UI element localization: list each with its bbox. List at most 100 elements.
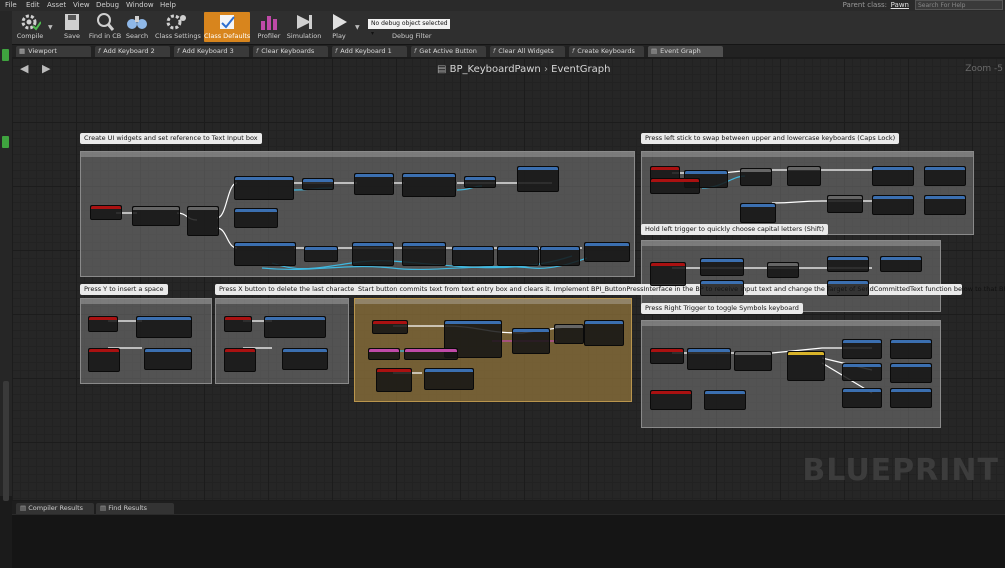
sequence-node-2[interactable] bbox=[787, 351, 825, 381]
menu-view[interactable]: View bbox=[73, 1, 90, 9]
class-settings-button[interactable]: Class Settings bbox=[155, 12, 201, 42]
play-dropdown[interactable]: ▼ bbox=[354, 12, 362, 42]
set-reference-node[interactable] bbox=[354, 173, 394, 195]
gamepad-x-event-node-2[interactable] bbox=[224, 348, 256, 372]
create-widget-node-3[interactable] bbox=[234, 242, 296, 266]
backspace-node[interactable] bbox=[282, 348, 328, 370]
add-keyboard-node-10[interactable] bbox=[842, 363, 882, 381]
gamepad-left-thumbstick-node[interactable] bbox=[650, 178, 700, 194]
gamepad-y-event-node-2[interactable] bbox=[88, 348, 120, 372]
get-variable-node[interactable] bbox=[404, 348, 458, 360]
get-keyboard-node-3[interactable] bbox=[687, 348, 731, 370]
menu-edit[interactable]: Edit bbox=[26, 1, 40, 9]
menu-file[interactable]: File bbox=[5, 1, 17, 9]
graph-wires bbox=[108, 169, 873, 394]
branch-node-5[interactable] bbox=[767, 262, 799, 278]
add-keyboard-node-13[interactable] bbox=[890, 388, 932, 408]
text-entry-variable-node[interactable] bbox=[368, 348, 400, 360]
gamepad-right-trigger-node[interactable] bbox=[650, 390, 692, 410]
does-implement-interface-node[interactable] bbox=[512, 328, 550, 354]
create-widget-node[interactable] bbox=[234, 176, 294, 200]
gamepad-x-event-node[interactable] bbox=[224, 316, 252, 332]
tab-event-graph[interactable]: ▤ Event Graph bbox=[648, 46, 723, 57]
scrollbar[interactable] bbox=[3, 381, 9, 501]
get-keyboard-node-4[interactable] bbox=[704, 390, 746, 410]
add-character-node[interactable] bbox=[136, 316, 192, 338]
gamepad-start-event-node[interactable] bbox=[372, 320, 408, 334]
tab-create-keyboards[interactable]: f Create Keyboards bbox=[569, 46, 644, 57]
menu-window[interactable]: Window bbox=[126, 1, 154, 9]
add-keyboard-node-3[interactable] bbox=[872, 195, 914, 215]
add-keyboard-node-11[interactable] bbox=[890, 363, 932, 383]
branch-node-2[interactable] bbox=[740, 168, 772, 186]
branch-node-6[interactable] bbox=[734, 351, 772, 371]
search-button[interactable]: Search bbox=[124, 12, 150, 42]
add-keyboard-node-5[interactable] bbox=[827, 256, 869, 272]
get-node-5[interactable] bbox=[740, 203, 776, 223]
simulation-button[interactable]: Simulation bbox=[286, 12, 322, 42]
tab-add-keyboard-2[interactable]: f Add Keyboard 2 bbox=[95, 46, 170, 57]
gamepad-y-event-node[interactable] bbox=[88, 316, 118, 332]
add-to-viewport-node[interactable] bbox=[302, 178, 334, 190]
get-keyboard-node-2[interactable] bbox=[700, 280, 744, 296]
branch-node-3[interactable] bbox=[787, 166, 821, 186]
clear-text-node[interactable] bbox=[424, 368, 474, 390]
tab-clear-all-widgets[interactable]: f Clear All Widgets bbox=[490, 46, 565, 57]
right-trigger-event-node[interactable] bbox=[650, 348, 684, 364]
add-keyboard-node-6[interactable] bbox=[880, 256, 922, 272]
add-keyboard-node-7[interactable] bbox=[827, 280, 869, 296]
menu-debug[interactable]: Debug bbox=[96, 1, 119, 9]
add-space-node[interactable] bbox=[144, 348, 192, 370]
set-variable-node[interactable] bbox=[234, 208, 278, 228]
menu-asset[interactable]: Asset bbox=[47, 1, 66, 9]
set-text-node[interactable] bbox=[517, 166, 559, 192]
set-node-2[interactable] bbox=[452, 246, 494, 266]
debug-object-select[interactable]: No debug object selected ▾ bbox=[368, 19, 450, 37]
branch-node-4[interactable] bbox=[827, 195, 863, 213]
tab-clear-keyboards[interactable]: f Clear Keyboards bbox=[253, 46, 328, 57]
menu-help[interactable]: Help bbox=[160, 1, 176, 9]
play-button[interactable]: Play bbox=[326, 12, 352, 42]
focus-node[interactable] bbox=[584, 242, 630, 262]
tab-add-keyboard-1[interactable]: f Add Keyboard 1 bbox=[332, 46, 407, 57]
find-in-cb-button[interactable]: Find in CB bbox=[88, 12, 122, 42]
profiler-button[interactable]: Profiler bbox=[255, 12, 283, 42]
branch-node[interactable] bbox=[187, 206, 219, 236]
class-defaults-label: Class Defaults bbox=[204, 32, 251, 40]
tab-add-keyboard-3[interactable]: f Add Keyboard 3 bbox=[174, 46, 249, 57]
add-to-viewport-node-2[interactable] bbox=[464, 176, 496, 188]
add-keyboard-node-9[interactable] bbox=[890, 339, 932, 359]
set-node-4[interactable] bbox=[540, 246, 580, 266]
add-keyboard-node-8[interactable] bbox=[842, 339, 882, 359]
get-node[interactable] bbox=[352, 242, 394, 266]
branch-node-7[interactable] bbox=[554, 324, 584, 344]
event-graph-canvas[interactable]: ◀ ▶ ▤ BP_KeyboardPawn › EventGraph Zoom … bbox=[12, 58, 1005, 500]
node-header bbox=[843, 389, 881, 392]
get-keyboard-node[interactable] bbox=[700, 258, 744, 276]
set-node-3[interactable] bbox=[497, 246, 539, 266]
left-trigger-event-node[interactable] bbox=[650, 262, 686, 286]
delete-character-node[interactable] bbox=[264, 316, 326, 338]
node-header bbox=[283, 349, 327, 352]
tab-compiler-results[interactable]: ▤ Compiler Results bbox=[16, 503, 94, 514]
parent-class-link[interactable]: Pawn bbox=[891, 1, 909, 9]
save-button[interactable]: Save bbox=[60, 12, 84, 42]
tab-find-results[interactable]: ▤ Find Results bbox=[96, 503, 174, 514]
set-node[interactable] bbox=[402, 242, 446, 266]
create-widget-node-2[interactable] bbox=[402, 173, 456, 197]
add-keyboard-node-12[interactable] bbox=[842, 388, 882, 408]
send-committed-text-node[interactable] bbox=[584, 320, 624, 346]
cast-node[interactable] bbox=[304, 246, 338, 262]
tab-get-active-button[interactable]: f Get Active Button bbox=[411, 46, 486, 57]
add-keyboard-node[interactable] bbox=[872, 166, 914, 186]
compile-button[interactable]: Compile bbox=[14, 12, 46, 42]
sequence-node[interactable] bbox=[132, 206, 180, 226]
add-keyboard-node-2[interactable] bbox=[924, 166, 966, 186]
compile-dropdown[interactable]: ▼ bbox=[47, 12, 55, 42]
tab-viewport[interactable]: ▦ Viewport bbox=[16, 46, 91, 57]
event-begin-play-node[interactable] bbox=[90, 205, 122, 220]
class-defaults-button[interactable]: Class Defaults bbox=[204, 12, 250, 42]
gamepad-start-event-node-2[interactable] bbox=[376, 368, 412, 392]
help-search-input[interactable]: Search For Help bbox=[915, 0, 1003, 10]
add-keyboard-node-4[interactable] bbox=[924, 195, 966, 215]
